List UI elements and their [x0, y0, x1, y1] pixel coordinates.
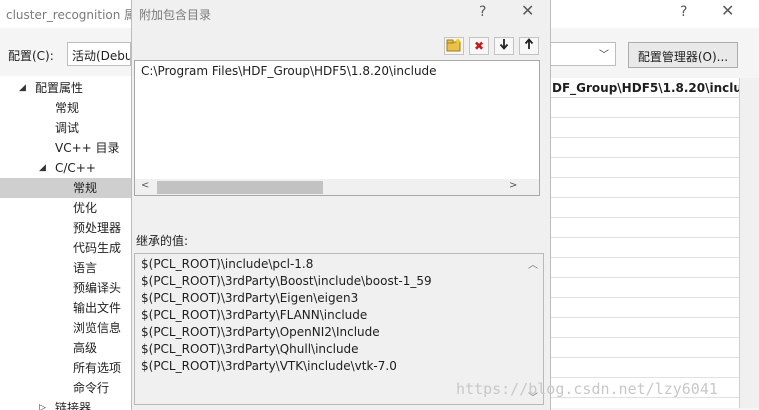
tree-item-label: 调试 [55, 121, 80, 135]
tree-item[interactable]: 预处理器 [0, 218, 131, 238]
inherited-value-item: $(PCL_ROOT)\3rdParty\Qhull\include [141, 342, 359, 356]
inherited-value-item: $(PCL_ROOT)\3rdParty\Boost\include\boost… [141, 274, 432, 288]
tree-item-label: VC++ 目录 [55, 141, 120, 155]
dialog-help-icon[interactable]: ? [479, 5, 486, 19]
inherited-value-item: $(PCL_ROOT)\3rdParty\VTK\include\vtk-7.0 [141, 359, 397, 373]
grid-row-divider [551, 297, 739, 298]
tree-item[interactable]: 调试 [0, 118, 131, 138]
tree-item[interactable]: 预编译头 [0, 278, 131, 298]
tree-item-label: 输出文件 [73, 301, 122, 315]
tree-item-label: 代码生成 [73, 241, 122, 255]
scroll-right-icon[interactable]: > [509, 180, 517, 191]
grid-row-divider [551, 137, 739, 138]
tree-item-label: 常规 [73, 181, 98, 195]
tree-item[interactable]: 所有选项 [0, 358, 131, 378]
configuration-label: 配置(C): [8, 49, 54, 63]
tree-item-label: 优化 [73, 201, 98, 215]
property-tree: ◢ 配置属性 常规 调试 VC++ 目录 ◢ C/C++ 常规 优化 预处理器 代码生成 语言 预编译头… [0, 76, 131, 410]
tree-item[interactable]: 常规 [0, 178, 131, 198]
arrow-up-icon [524, 38, 534, 49]
tree-item[interactable]: ▷ 链接器 [0, 398, 131, 410]
dialog-close-icon[interactable]: ✕ [521, 3, 534, 19]
grid-row-divider [551, 117, 739, 118]
tree-item-label: 配置属性 [35, 81, 84, 95]
grid-row-divider [551, 217, 739, 218]
dialog-title: 附加包含目录 [139, 8, 212, 22]
tree-item-label: 常规 [55, 101, 80, 115]
grid-row-divider [551, 157, 739, 158]
close-icon[interactable]: ✕ [721, 3, 734, 19]
tree-item[interactable]: 命令行 [0, 378, 131, 398]
scroll-left-icon[interactable]: < [141, 180, 149, 191]
include-directory-item[interactable]: C:\Program Files\HDF_Group\HDF5\1.8.20\i… [141, 64, 437, 78]
expand-arrow-icon[interactable]: ◢ [19, 78, 26, 98]
help-icon[interactable]: ? [680, 5, 687, 19]
grid-row-divider [551, 277, 739, 278]
move-down-icon[interactable] [494, 37, 514, 55]
grid-row-divider [551, 197, 739, 198]
new-folder-icon[interactable] [444, 37, 464, 55]
configuration-select[interactable]: 活动(Debu [67, 42, 131, 66]
property-grid-scrollbar[interactable] [740, 78, 759, 408]
tree-item[interactable]: 语言 [0, 258, 131, 278]
tree-item[interactable]: ◢ 配置属性 [0, 78, 131, 98]
inherited-values-label: 继承的值: [136, 234, 189, 248]
chevron-down-icon[interactable]: ﹀ [599, 46, 609, 61]
tree-item[interactable]: 优化 [0, 198, 131, 218]
tree-item[interactable]: VC++ 目录 [0, 138, 131, 158]
tree-item-label: 高级 [73, 341, 98, 355]
move-up-icon[interactable] [519, 37, 539, 55]
grid-row-divider [551, 357, 739, 358]
arrow-down-icon [499, 39, 509, 50]
grid-row-divider [551, 237, 739, 238]
tree-item-label: C/C++ [55, 161, 96, 175]
folder-icon [446, 39, 461, 52]
scroll-up-icon[interactable]: ︿ [528, 256, 538, 271]
inherited-value-item: $(PCL_ROOT)\3rdParty\OpenNI2\Include [141, 325, 380, 339]
watermark: https://blog.csdn.net/lzy6041 [456, 380, 718, 398]
tree-item-label: 浏览信息 [73, 321, 122, 335]
expand-arrow-icon[interactable]: ◢ [39, 158, 46, 178]
grid-row-divider [551, 377, 739, 378]
tree-item-label: 预处理器 [73, 221, 122, 235]
delete-icon[interactable]: ✖ [469, 37, 489, 55]
tree-item[interactable]: 高级 [0, 338, 131, 358]
tree-item[interactable]: 输出文件 [0, 298, 131, 318]
configuration-manager-button[interactable]: 配置管理器(O)... [628, 42, 738, 68]
include-directories-list[interactable] [134, 60, 540, 196]
grid-row-divider [551, 177, 739, 178]
inherited-value-item: $(PCL_ROOT)\include\pcl-1.8 [141, 257, 314, 271]
tree-item[interactable]: 常规 [0, 98, 131, 118]
expand-arrow-icon[interactable]: ▷ [39, 398, 46, 410]
property-grid [551, 78, 739, 408]
tree-item[interactable]: ◢ C/C++ [0, 158, 131, 178]
scrollbar-thumb[interactable] [157, 181, 323, 194]
grid-row-divider [551, 257, 739, 258]
tree-item-label: 所有选项 [73, 361, 122, 375]
tree-item-label: 语言 [73, 261, 98, 275]
tree-item-label: 命令行 [73, 381, 110, 395]
tree-item-label: 预编译头 [73, 281, 122, 295]
tree-item[interactable]: 代码生成 [0, 238, 131, 258]
grid-row-divider [551, 337, 739, 338]
grid-row-divider [551, 317, 739, 318]
tree-item-label: 链接器 [55, 401, 92, 410]
tree-item[interactable]: 浏览信息 [0, 318, 131, 338]
property-pages-title: cluster_recognition 属 [6, 8, 137, 22]
inherited-value-item: $(PCL_ROOT)\3rdParty\FLANN\include [141, 308, 368, 322]
inherited-value-item: $(PCL_ROOT)\3rdParty\Eigen\eigen3 [141, 291, 359, 305]
property-value-cell[interactable]: DF_Group\HDF5\1.8.20\include [551, 78, 739, 98]
